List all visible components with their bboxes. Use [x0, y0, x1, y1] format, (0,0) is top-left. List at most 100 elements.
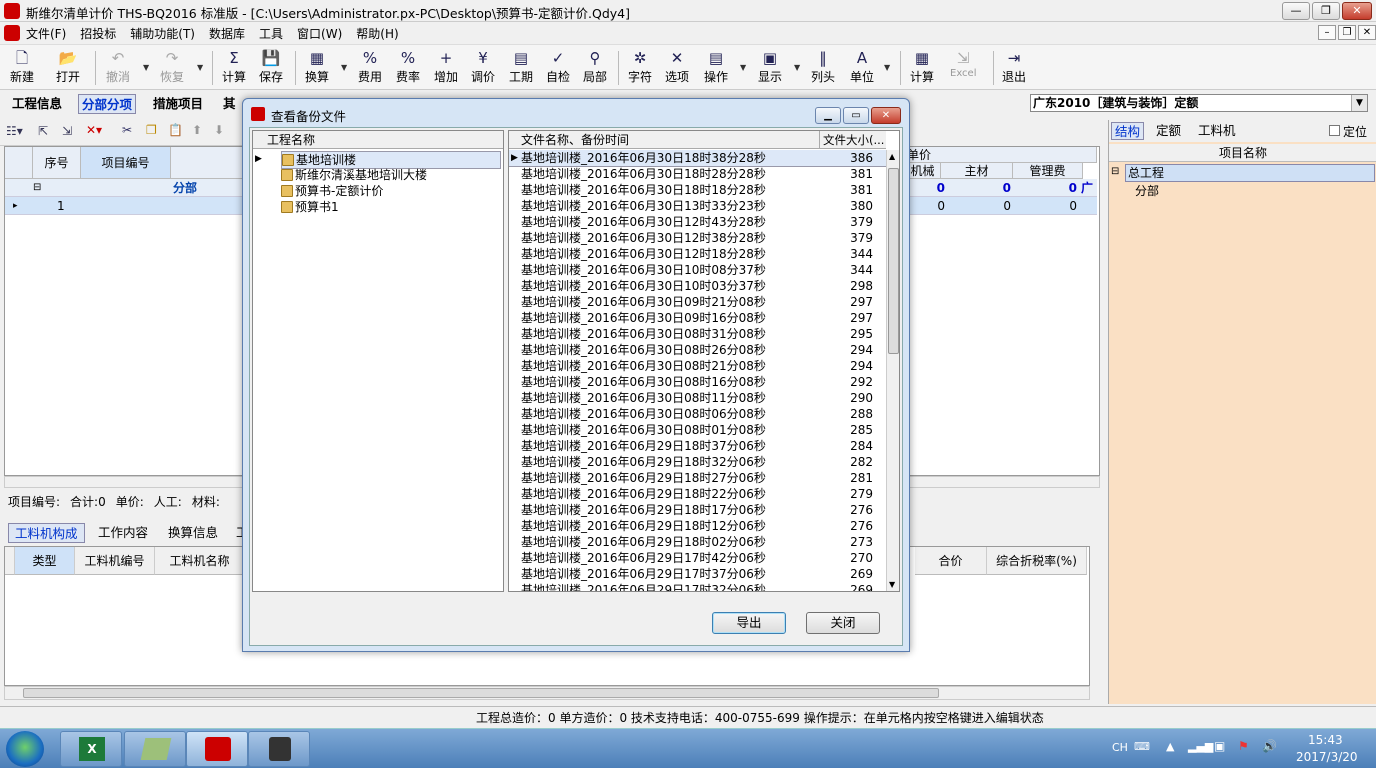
table-row[interactable]: 基地培训楼_2016年06月30日10时08分37秒 344: [509, 262, 886, 278]
table-row[interactable]: 基地培训楼_2016年06月30日08时16分08秒 292: [509, 374, 886, 390]
dialog-maximize-button[interactable]: ▭: [843, 107, 869, 124]
unit-dropdown-icon[interactable]: ▼: [884, 63, 890, 72]
table-row[interactable]: 基地培训楼_2016年06月29日17时42分06秒 270: [509, 550, 886, 566]
table-row[interactable]: 基地培训楼_2016年06月30日09时21分08秒 297: [509, 294, 886, 310]
quota-db-select[interactable]: 广东2010［建筑与装饰］定额 ▼: [1030, 94, 1368, 112]
taskbar-excel[interactable]: X: [60, 731, 122, 767]
scroll-up-icon[interactable]: ▲: [889, 152, 895, 161]
clock-date[interactable]: 2017/3/20: [1296, 750, 1358, 764]
column-header-button[interactable]: ‖ 列头: [811, 48, 835, 88]
convert-dropdown-icon[interactable]: ▼: [341, 63, 347, 72]
keyboard-icon[interactable]: ⌨: [1134, 740, 1150, 753]
list-item[interactable]: ▶ 基地培训楼: [253, 151, 503, 169]
fee-rate-button[interactable]: % 费率: [396, 48, 420, 88]
table-row[interactable]: 基地培训楼_2016年06月30日08时26分08秒 294: [509, 342, 886, 358]
collapse-icon[interactable]: ⊟: [33, 179, 47, 197]
save-button[interactable]: 💾 保存: [259, 48, 283, 88]
network-icon[interactable]: ▂▄▆: [1188, 740, 1213, 753]
table-row[interactable]: ▶ 基地培训楼_2016年06月30日18时38分28秒 386: [509, 150, 886, 167]
project-list[interactable]: 工程名称 ▶ 基地培训楼 斯维尔清溪基地培训大楼 预算书-定额计价 预算书1: [252, 130, 504, 592]
indent-icon[interactable]: ⇱: [38, 124, 48, 138]
tab-project-info[interactable]: 工程信息: [9, 94, 65, 114]
table-row[interactable]: 基地培训楼_2016年06月29日18时12分06秒 276: [509, 518, 886, 534]
tab-measures[interactable]: 措施项目: [150, 94, 206, 114]
table-row[interactable]: 基地培训楼_2016年06月29日18时02分06秒 273: [509, 534, 886, 550]
tab-sub-items[interactable]: 分部分项: [78, 94, 137, 114]
bottom-horizontal-scrollbar[interactable]: [4, 686, 1090, 700]
menu-file[interactable]: 文件(F): [26, 25, 66, 42]
tab-conversion-info[interactable]: 换算信息: [162, 523, 224, 543]
locate-checkbox[interactable]: [1329, 125, 1340, 136]
flag-warning-icon[interactable]: ⚑: [1238, 739, 1249, 753]
table-row[interactable]: 基地培训楼_2016年06月30日12时18分28秒 344: [509, 246, 886, 262]
add-button[interactable]: + 增加: [434, 48, 458, 88]
tree-child[interactable]: 分部: [1135, 183, 1159, 199]
taskbar-notes[interactable]: [124, 731, 186, 767]
table-row[interactable]: 基地培训楼_2016年06月30日12时38分28秒 379: [509, 230, 886, 246]
operate-button[interactable]: ▤ 操作: [704, 48, 728, 88]
tray-arrow-icon[interactable]: ▲: [1166, 740, 1174, 753]
close-button[interactable]: ✕: [1342, 2, 1372, 20]
table-row[interactable]: 基地培训楼_2016年06月30日13时33分23秒 380: [509, 198, 886, 214]
menu-aux[interactable]: 辅助功能(T): [130, 25, 195, 42]
tab-resources[interactable]: 工料机: [1195, 122, 1239, 140]
export-button[interactable]: 导出: [712, 612, 786, 634]
table-row[interactable]: 基地培训楼_2016年06月30日08时11分08秒 290: [509, 390, 886, 406]
options-button[interactable]: ✕ 选项: [665, 48, 689, 88]
table-row[interactable]: 基地培训楼_2016年06月29日17时37分06秒 269: [509, 566, 886, 582]
display-button[interactable]: ▣ 显示: [758, 48, 782, 88]
menu-help[interactable]: 帮助(H): [356, 25, 398, 42]
table-row[interactable]: 基地培训楼_2016年06月29日18时32分06秒 282: [509, 454, 886, 470]
menu-window[interactable]: 窗口(W): [297, 25, 342, 42]
tab-work-content[interactable]: 工作内容: [92, 523, 154, 543]
start-button[interactable]: [6, 731, 44, 767]
local-button[interactable]: ⚲ 局部: [583, 48, 607, 88]
table-row[interactable]: 基地培训楼_2016年06月30日10时03分37秒 298: [509, 278, 886, 294]
calculator-button[interactable]: ▦ 计算: [910, 48, 934, 88]
table-row[interactable]: 基地培训楼_2016年06月30日08时06分08秒 288: [509, 406, 886, 422]
paste-icon[interactable]: 📋: [168, 123, 183, 137]
chevron-down-icon[interactable]: ▼: [1351, 95, 1367, 111]
display-dropdown-icon[interactable]: ▼: [794, 63, 800, 72]
new-button[interactable]: 🗋 新建: [10, 48, 34, 88]
move-down-icon[interactable]: ⬇: [214, 123, 224, 137]
mdi-minimize-button[interactable]: –: [1318, 25, 1336, 40]
device-icon[interactable]: ▣: [1214, 739, 1225, 753]
minimize-button[interactable]: —: [1282, 2, 1310, 20]
tab-other[interactable]: 其他: [220, 94, 244, 114]
tab-structure[interactable]: 结构: [1111, 122, 1145, 140]
mdi-restore-button[interactable]: ❐: [1338, 25, 1356, 40]
delete-icon[interactable]: ✕▾: [86, 123, 102, 137]
table-row[interactable]: 基地培训楼_2016年06月30日08时31分08秒 295: [509, 326, 886, 342]
table-row[interactable]: 基地培训楼_2016年06月29日18时22分06秒 279: [509, 486, 886, 502]
open-button[interactable]: 📂 打开: [56, 48, 80, 88]
table-row[interactable]: 基地培训楼_2016年06月29日17时32分06秒 269: [509, 582, 886, 591]
table-row[interactable]: 基地培训楼_2016年06月30日18时28分28秒 381: [509, 166, 886, 182]
duration-button[interactable]: ▤ 工期: [509, 48, 533, 88]
menu-bidding[interactable]: 招投标: [80, 25, 116, 42]
cut-icon[interactable]: ✂: [122, 123, 132, 137]
move-up-icon[interactable]: ⬆: [192, 123, 202, 137]
volume-icon[interactable]: 🔊: [1262, 739, 1277, 753]
collapse-icon[interactable]: ⊟: [1111, 164, 1119, 180]
dialog-close-action-button[interactable]: 关闭: [806, 612, 880, 634]
table-row[interactable]: 基地培训楼_2016年06月30日08时01分08秒 285: [509, 422, 886, 438]
restore-button[interactable]: ❐: [1312, 2, 1340, 20]
language-indicator[interactable]: CH: [1112, 741, 1128, 754]
excel-button[interactable]: ⇲ Excel: [950, 48, 977, 88]
mdi-close-button[interactable]: ✕: [1358, 25, 1376, 40]
scroll-thumb[interactable]: [888, 168, 899, 354]
table-row[interactable]: 基地培训楼_2016年06月29日18时37分06秒 284: [509, 438, 886, 454]
tab-quota[interactable]: 定额: [1153, 122, 1184, 140]
tree-root[interactable]: 总工程: [1125, 164, 1375, 182]
outdent-icon[interactable]: ⇲: [62, 124, 72, 138]
table-row[interactable]: 基地培训楼_2016年06月30日08时21分08秒 294: [509, 358, 886, 374]
dialog-close-button[interactable]: ✕: [871, 107, 901, 124]
exit-button[interactable]: ⇥ 退出: [1002, 48, 1026, 88]
fee-button[interactable]: % 费用: [358, 48, 382, 88]
backup-file-list[interactable]: 文件名称、备份时间 文件大小(... ▶ 基地培训楼_2016年06月30日18时…: [508, 130, 900, 592]
unit-button[interactable]: A 单位: [850, 48, 874, 88]
table-row[interactable]: 基地培训楼_2016年06月29日18时27分06秒 281: [509, 470, 886, 486]
convert-button[interactable]: ▦ 换算: [305, 48, 329, 88]
undo-dropdown-icon[interactable]: ▼: [143, 63, 149, 72]
